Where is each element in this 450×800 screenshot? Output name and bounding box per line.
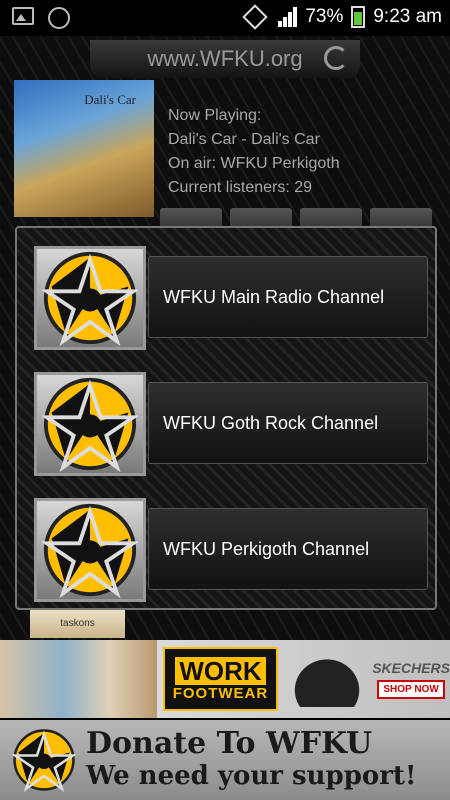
channel-label: WFKU Perkigoth Channel <box>163 538 370 559</box>
shoe-image <box>285 651 369 707</box>
listeners-count: Current listeners: 29 <box>168 179 313 196</box>
ad-brand: SKECHERS SHOP NOW <box>372 660 450 699</box>
signal-icon <box>278 7 298 27</box>
ad-photo <box>0 640 158 718</box>
thumbnail: taskons <box>30 610 125 638</box>
album-art-title: Dali's Car <box>84 92 136 107</box>
track-title: Dali's Car - Dali's Car <box>168 131 320 148</box>
whatsapp-icon <box>48 7 70 29</box>
image-icon <box>12 7 34 25</box>
pentagram-logo-icon <box>34 372 146 476</box>
channel-label: WFKU Goth Rock Channel <box>163 412 379 433</box>
donate-line1: Donate To WFKU <box>86 726 373 761</box>
clock: 9:23 am <box>373 6 442 27</box>
channel-item-goth-rock[interactable]: WFKU Goth Rock Channel <box>22 372 428 476</box>
site-title-bar: www.WFKU.org <box>90 40 360 78</box>
channel-label-bar[interactable]: WFKU Goth Rock Channel <box>148 382 428 464</box>
battery-percent: 73% <box>305 6 344 27</box>
donate-text: Donate To WFKU We need your support! <box>86 728 416 792</box>
now-playing-info: Now Playing: Dali's Car - Dali's Car On … <box>168 104 340 200</box>
channel-label: WFKU Main Radio Channel <box>163 286 385 307</box>
shop-now-button[interactable]: SHOP NOW <box>377 679 445 699</box>
logo-bottom: FOOTWEAR <box>172 684 269 702</box>
rotate-icon <box>242 4 269 30</box>
on-air-text: On air: WFKU Perkigoth <box>168 155 340 172</box>
site-title: www.WFKU.org <box>147 46 303 71</box>
donate-banner[interactable]: Donate To WFKU We need your support! <box>0 720 450 800</box>
channel-label-bar[interactable]: WFKU Perkigoth Channel <box>148 508 428 590</box>
battery-icon <box>351 6 366 28</box>
pentagram-logo-icon <box>11 728 77 793</box>
now-playing-label: Now Playing: <box>168 107 262 124</box>
work-footwear-logo: WORK FOOTWEAR <box>163 647 278 711</box>
brand-name: SKECHERS <box>372 659 450 676</box>
donate-line2: We need your support! <box>86 761 417 791</box>
channel-item-main[interactable]: WFKU Main Radio Channel <box>22 246 428 350</box>
pentagram-logo-icon <box>34 498 146 602</box>
channel-label-bar[interactable]: WFKU Main Radio Channel <box>148 256 428 338</box>
logo-top: WORK <box>175 656 266 685</box>
album-art: Dali's Car <box>14 80 154 217</box>
status-bar: 73% 9:23 am <box>0 0 450 36</box>
ad-banner[interactable]: WORK FOOTWEAR SKECHERS SHOP NOW <box>0 640 450 718</box>
back-icon[interactable] <box>324 46 348 70</box>
pentagram-logo-icon <box>34 246 146 350</box>
channel-item-perkigoth[interactable]: WFKU Perkigoth Channel <box>22 498 428 602</box>
